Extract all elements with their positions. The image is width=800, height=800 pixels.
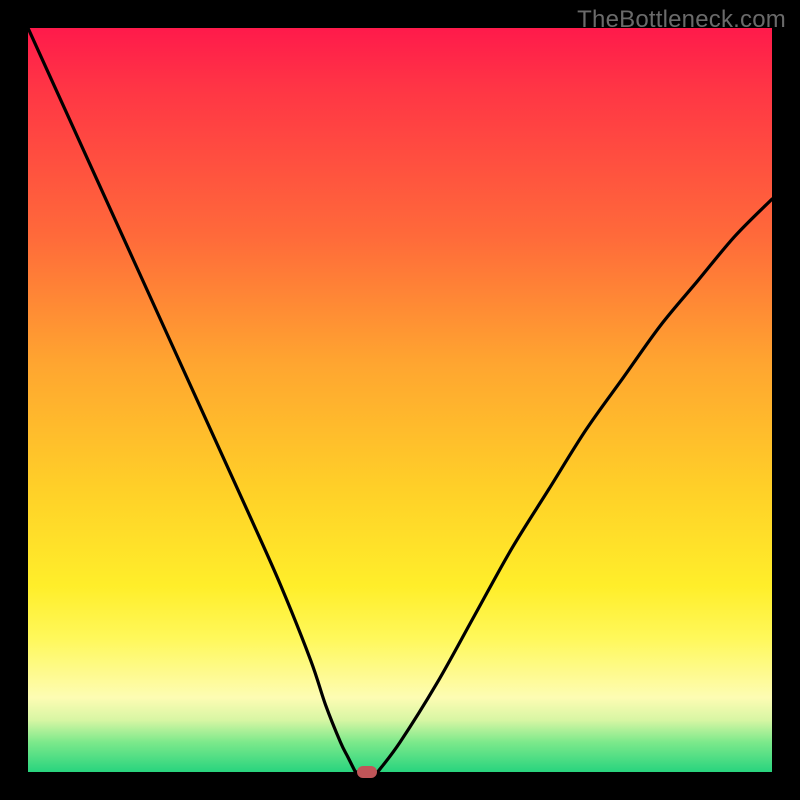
optimal-point-marker: [357, 766, 377, 778]
plot-area: [28, 28, 772, 772]
curve-path: [28, 28, 772, 772]
chart-frame: TheBottleneck.com: [0, 0, 800, 800]
bottleneck-curve: [28, 28, 772, 772]
